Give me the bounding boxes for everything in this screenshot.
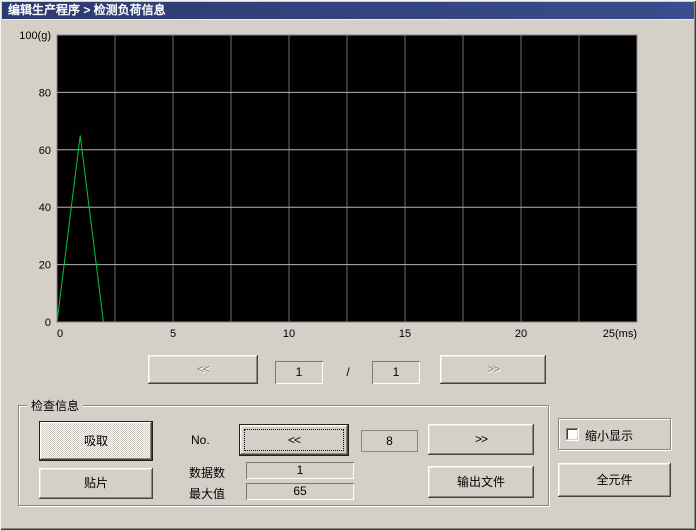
inspect-info-groupbox: 检查信息 吸取 贴片 No. << 8 >> 数据数 1 最大值 65 输出文件 [18, 397, 549, 506]
load-info-dialog: { "title_bar": { "title": "编辑生产程序 > 检测负荷… [0, 0, 696, 530]
svg-text:80: 80 [39, 87, 51, 99]
svg-text:20: 20 [515, 328, 527, 340]
page-next-button[interactable]: >> [440, 355, 546, 384]
page-prev-button[interactable]: << [148, 355, 258, 384]
shrink-display-label: 缩小显示 [585, 429, 634, 443]
groupbox-title: 检查信息 [27, 397, 84, 414]
svg-text:0: 0 [45, 317, 51, 329]
no-prev-button[interactable]: << [239, 424, 349, 456]
no-label: No. [191, 433, 210, 447]
load-chart: 0 20 40 60 80 100(g) 0 5 10 15 20 25(ms) [19, 30, 638, 340]
data-count-field: 1 [246, 462, 354, 479]
pick-toggle-button[interactable]: 吸取 [39, 421, 153, 461]
svg-text:10: 10 [283, 328, 295, 340]
all-parts-button[interactable]: 全元件 [558, 463, 671, 497]
svg-text:100(g): 100(g) [19, 30, 51, 42]
page-total-field: 1 [372, 361, 420, 384]
svg-text:40: 40 [39, 202, 51, 214]
max-value-field: 65 [246, 483, 354, 500]
svg-text:5: 5 [170, 328, 176, 340]
place-toggle-button[interactable]: 贴片 [39, 468, 153, 499]
svg-text:25(ms): 25(ms) [603, 328, 637, 340]
page-separator: / [346, 365, 350, 379]
page-current-field[interactable]: 1 [275, 361, 323, 384]
shrink-display-panel: 缩小显示 [558, 418, 671, 450]
svg-text:20: 20 [39, 260, 51, 272]
no-next-button[interactable]: >> [428, 424, 534, 455]
data-count-label: 数据数 [189, 466, 226, 480]
output-file-button[interactable]: 输出文件 [428, 466, 534, 498]
svg-text:15: 15 [399, 328, 411, 340]
shrink-display-checkbox[interactable] [566, 428, 579, 441]
no-value-field[interactable]: 8 [361, 430, 418, 452]
svg-text:60: 60 [39, 145, 51, 157]
max-value-label: 最大值 [189, 487, 226, 501]
svg-text:0: 0 [57, 328, 63, 340]
